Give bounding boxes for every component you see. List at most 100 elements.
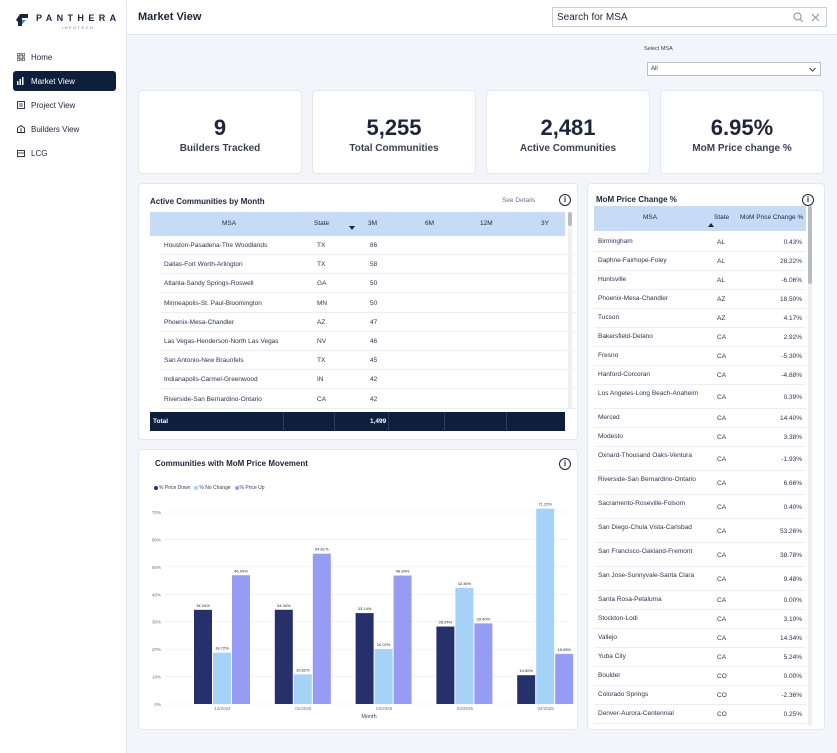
bar[interactable] bbox=[274, 609, 293, 704]
bar[interactable] bbox=[232, 575, 250, 704]
scrollbar[interactable] bbox=[808, 206, 812, 726]
table-row[interactable]: Huntsville AL -6.06% bbox=[594, 271, 806, 290]
search-icon[interactable] bbox=[793, 12, 804, 23]
bar[interactable] bbox=[312, 553, 331, 704]
cell-mom-pct: 0.00% bbox=[783, 673, 802, 680]
table-row[interactable]: Riverside-San Bernardino-Ontario CA 42 bbox=[161, 390, 576, 409]
bar[interactable] bbox=[194, 609, 212, 704]
bar[interactable] bbox=[436, 626, 455, 704]
table-row[interactable]: Minneapolis-St. Paul-Bloomington MN 50 bbox=[161, 294, 576, 313]
table-row[interactable]: Las Vegas-Henderson-North Las Vegas NV 46 bbox=[161, 332, 576, 351]
bar[interactable] bbox=[293, 674, 312, 704]
table-row[interactable]: Los Angeles-Long Beach-Anaheim CA 0.39% bbox=[594, 385, 806, 409]
table-row[interactable]: Riverside-San Bernardino-Ontario CA 6.66% bbox=[594, 471, 806, 495]
data-label: 33.14% bbox=[358, 606, 372, 611]
kpi-value: 2,481 bbox=[540, 115, 596, 140]
scrollbar[interactable] bbox=[568, 212, 572, 408]
sidebar-item-builders-view[interactable]: Builders View bbox=[13, 119, 116, 139]
sidebar-item-lcg[interactable]: LCG bbox=[13, 143, 116, 163]
bar[interactable] bbox=[536, 508, 555, 704]
column-header-3m[interactable]: 3M bbox=[368, 220, 377, 227]
sidebar-item-market-view[interactable]: Market View bbox=[13, 71, 116, 91]
sort-asc-icon[interactable] bbox=[708, 223, 714, 228]
data-label: 46.94% bbox=[234, 568, 248, 573]
scrollbar-thumb[interactable] bbox=[568, 212, 572, 226]
sidebar-item-home[interactable]: Home bbox=[13, 47, 116, 67]
bar[interactable] bbox=[213, 652, 231, 704]
table-row[interactable]: Dallas-Fort Worth-Arlington TX 58 bbox=[161, 255, 576, 275]
info-icon[interactable]: i bbox=[802, 194, 814, 206]
table-row[interactable]: Merced CA 14.40% bbox=[594, 409, 806, 428]
table-row[interactable]: Birmingham AL 0.43% bbox=[594, 233, 806, 252]
see-details-link[interactable]: See Details bbox=[502, 197, 535, 204]
table-row[interactable]: San Francisco-Oakland-Fremont CA 38.78% bbox=[594, 543, 806, 567]
column-header-mom-price-change[interactable]: MoM Price Change % bbox=[740, 214, 803, 221]
table-row[interactable]: Denver-Aurora-Centennial CO 0.25% bbox=[594, 705, 806, 724]
kpi-value: 9 bbox=[213, 115, 227, 140]
info-icon[interactable]: i bbox=[559, 194, 571, 206]
table-row[interactable]: Phoenix-Mesa-Chandler AZ 18.50% bbox=[594, 290, 806, 309]
bar[interactable] bbox=[555, 653, 574, 704]
bar[interactable] bbox=[374, 649, 393, 704]
top-header: Market View Search for MSA bbox=[127, 0, 837, 35]
cell-msa: Minneapolis-St. Paul-Bloomington bbox=[164, 299, 262, 307]
scrollbar-thumb[interactable] bbox=[808, 206, 812, 284]
bar[interactable] bbox=[455, 587, 474, 704]
table-row[interactable]: Fort Collins-LovelandCO-1.89% bbox=[594, 724, 806, 730]
cell-state: CA bbox=[717, 597, 727, 604]
table-row[interactable]: Phoenix-Mesa-Chandler AZ 47 bbox=[161, 313, 576, 332]
table-row[interactable]: Stockton-Lodi CA 3.10% bbox=[594, 610, 806, 629]
table-row[interactable]: Atlanta-Sandy Springs-Roswell GA 50 bbox=[161, 274, 576, 294]
column-header-state[interactable]: State bbox=[714, 214, 729, 221]
table-row[interactable]: Modesto CA 3.38% bbox=[594, 428, 806, 447]
table-row[interactable]: Boulder CO 0.00% bbox=[594, 667, 806, 686]
table-row[interactable]: Oxnard-Thousand Oaks-Ventura CA -1.93% bbox=[594, 447, 806, 471]
table-row[interactable]: Daphne-Fairhope-Foley AL 28.22% bbox=[594, 252, 806, 271]
table-row[interactable]: Hanford-Corcoran CA -4.88% bbox=[594, 366, 806, 385]
bar[interactable] bbox=[517, 675, 536, 704]
column-header-msa[interactable]: MSA bbox=[222, 220, 236, 227]
close-icon[interactable] bbox=[810, 12, 821, 23]
cell-state: GA bbox=[317, 280, 327, 288]
table-row[interactable]: Santa Rosa-Petaluma CA 0.00% bbox=[594, 591, 806, 610]
bar[interactable] bbox=[393, 575, 412, 704]
sidebar-item-label: Builders View bbox=[31, 124, 80, 134]
column-header-12m[interactable]: 12M bbox=[480, 220, 493, 227]
msa-select-dropdown[interactable]: All bbox=[647, 62, 821, 76]
column-header-state[interactable]: State bbox=[314, 220, 329, 227]
y-tick-label: 0% bbox=[154, 702, 161, 707]
table-row[interactable]: Colorado Springs CO -2.36% bbox=[594, 686, 806, 705]
cell-mom-pct: 6.66% bbox=[783, 480, 802, 487]
sort-desc-icon[interactable] bbox=[349, 226, 355, 231]
kpi-label: MoM Price change % bbox=[692, 143, 792, 154]
table-row[interactable]: San Antonio-New Braunfels TX 45 bbox=[161, 351, 576, 371]
table-row[interactable]: Tucson AZ 4.17% bbox=[594, 309, 806, 328]
sidebar: PANTHERA INFOTECH Home Market View Proje… bbox=[0, 0, 127, 753]
table-row[interactable]: San Jose-Sunnyvale-Santa Clara CA 9.48% bbox=[594, 567, 806, 591]
bar[interactable] bbox=[355, 613, 374, 704]
column-header-3y[interactable]: 3Y bbox=[541, 220, 549, 227]
table-row[interactable]: Houston-Pasadena-The Woodlands TX 86 bbox=[161, 236, 576, 255]
bar[interactable] bbox=[474, 623, 493, 704]
cell-mom-pct: 28.22% bbox=[779, 258, 802, 265]
sidebar-item-project-view[interactable]: Project View bbox=[13, 95, 116, 115]
search-input[interactable]: Search for MSA bbox=[552, 7, 827, 27]
table-row[interactable]: Sacramento-Roseville-Folsom CA 0.40% bbox=[594, 495, 806, 519]
table-row[interactable]: Yuba City CA 5.24% bbox=[594, 648, 806, 667]
cell-msa: Fort Collins-Loveland bbox=[598, 729, 703, 730]
table-row[interactable]: Indianapolis-Carmel-Greenwood IN 42 bbox=[161, 370, 576, 390]
cell-msa: Denver-Aurora-Centennial bbox=[598, 710, 674, 717]
data-label: 42.36% bbox=[458, 581, 472, 586]
table-row[interactable]: San Diego-Chula Vista-Carlsbad CA 53.26% bbox=[594, 519, 806, 543]
total-label: Total bbox=[153, 418, 169, 425]
table-row[interactable]: Fresno CA -5.30% bbox=[594, 347, 806, 366]
table-row[interactable]: Vallejo CA 14.34% bbox=[594, 629, 806, 648]
cell-msa: Dallas-Fort Worth-Arlington bbox=[164, 261, 243, 269]
cell-msa: Santa Rosa-Petaluma bbox=[598, 596, 662, 603]
column-header-msa[interactable]: MSA bbox=[643, 214, 657, 221]
table-row[interactable]: Bakersfield-Delano CA 2.92% bbox=[594, 328, 806, 347]
panthera-logo-icon bbox=[16, 14, 28, 26]
cell-state: CO bbox=[717, 692, 727, 699]
card-title: Active Communities by Month bbox=[150, 197, 265, 206]
column-header-6m[interactable]: 6M bbox=[425, 220, 434, 227]
